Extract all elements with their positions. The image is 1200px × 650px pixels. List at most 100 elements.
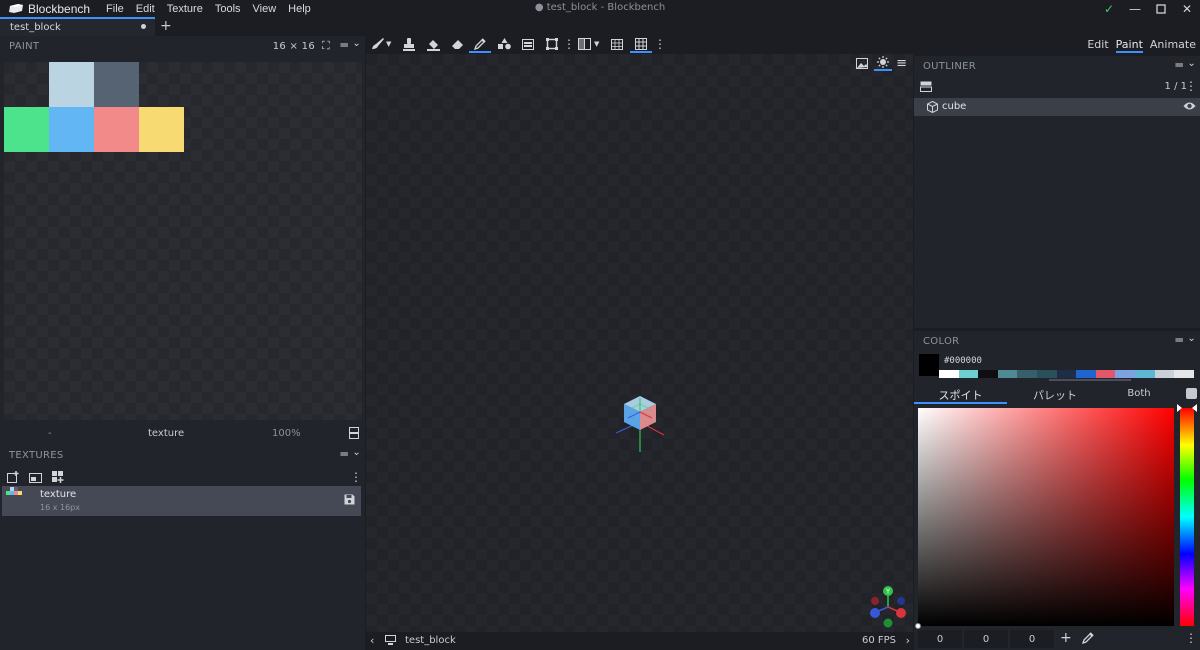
palette-swatch[interactable] bbox=[1135, 370, 1155, 378]
menu-icon[interactable]: ≡ bbox=[896, 56, 907, 71]
axis-gizmo[interactable]: Y bbox=[866, 585, 910, 629]
current-color-swatch[interactable] bbox=[919, 354, 939, 376]
mirror-icon[interactable] bbox=[578, 38, 591, 50]
palette-swatch[interactable] bbox=[1115, 370, 1136, 378]
blue-input[interactable] bbox=[1010, 630, 1054, 648]
more-options-icon[interactable]: ⋮ bbox=[563, 37, 575, 51]
add-texture-icon[interactable] bbox=[7, 471, 19, 483]
title-bar: Blockbench File Edit Texture Tools View … bbox=[0, 0, 1200, 17]
mode-paint[interactable]: Paint bbox=[1115, 38, 1143, 53]
brush-icon[interactable] bbox=[371, 38, 385, 50]
more-options-icon[interactable]: ⋮ bbox=[654, 37, 666, 51]
palette-swatch[interactable] bbox=[939, 370, 959, 378]
add-to-palette-icon[interactable]: + bbox=[1060, 630, 1072, 646]
maximize-button[interactable] bbox=[1148, 0, 1174, 17]
drag-handle-icon[interactable]: ═ bbox=[340, 447, 348, 461]
saturation-value-picker[interactable] bbox=[915, 408, 1174, 629]
texture-pixel[interactable] bbox=[94, 107, 139, 152]
create-texture-icon[interactable] bbox=[52, 471, 65, 483]
gradient-icon[interactable] bbox=[522, 39, 534, 50]
fill-bucket-icon[interactable] bbox=[427, 38, 440, 51]
drag-handle-icon[interactable]: ═ bbox=[1175, 58, 1183, 72]
menu-tools[interactable]: Tools bbox=[209, 3, 247, 15]
drag-handle-icon[interactable]: ═ bbox=[1175, 333, 1183, 347]
save-icon[interactable] bbox=[344, 494, 355, 505]
palette-swatch[interactable] bbox=[978, 370, 998, 378]
hue-slider[interactable] bbox=[1177, 404, 1197, 626]
palette-scrollbar[interactable] bbox=[1049, 379, 1131, 381]
chevron-down-icon[interactable]: ⌄ bbox=[352, 38, 361, 49]
color-picker-icon[interactable] bbox=[469, 37, 491, 53]
chevron-left-icon[interactable]: ‹ bbox=[370, 634, 374, 647]
color-title: COLOR bbox=[923, 335, 960, 347]
chevron-down-icon[interactable]: ⌄ bbox=[1187, 333, 1196, 344]
menu-help[interactable]: Help bbox=[282, 3, 317, 15]
texture-pixel[interactable] bbox=[139, 107, 184, 152]
menu-texture[interactable]: Texture bbox=[161, 3, 209, 15]
texture-pixel[interactable] bbox=[94, 62, 139, 107]
shapes-icon[interactable] bbox=[498, 38, 511, 50]
pixel-grid-icon[interactable] bbox=[611, 39, 623, 50]
chevron-right-icon[interactable]: › bbox=[906, 634, 910, 647]
more-options-icon[interactable]: ⋮ bbox=[350, 470, 362, 484]
3d-viewport[interactable]: ≡ Y bbox=[366, 54, 913, 632]
green-input[interactable] bbox=[964, 630, 1008, 648]
menu-view[interactable]: View bbox=[247, 3, 283, 15]
sv-picker-handle[interactable] bbox=[915, 623, 921, 629]
mode-selector-bar: Edit Paint Animate bbox=[913, 36, 1200, 54]
chevron-down-icon[interactable]: ⌄ bbox=[352, 447, 361, 458]
paint-canvas[interactable] bbox=[4, 62, 362, 420]
drag-handle-icon[interactable]: ═ bbox=[340, 38, 348, 52]
palette-swatch[interactable] bbox=[958, 370, 979, 378]
tab-test-block[interactable]: test_block bbox=[0, 17, 155, 36]
add-tab-button[interactable]: + bbox=[160, 18, 172, 34]
color-panel-toggle[interactable] bbox=[1186, 388, 1197, 399]
visibility-eye-icon[interactable] bbox=[1183, 101, 1196, 111]
lighting-icon[interactable] bbox=[874, 55, 892, 71]
more-options-icon[interactable]: ⋮ bbox=[1185, 631, 1197, 645]
red-input[interactable] bbox=[918, 630, 962, 648]
menu-edit[interactable]: Edit bbox=[130, 3, 161, 15]
palette-swatch[interactable] bbox=[1037, 370, 1057, 378]
import-texture-icon[interactable] bbox=[29, 472, 42, 483]
eraser-icon[interactable] bbox=[451, 39, 464, 50]
menu-file[interactable]: File bbox=[100, 3, 130, 15]
grid-toggle-icon[interactable] bbox=[630, 37, 652, 53]
mode-animate[interactable]: Animate bbox=[1150, 38, 1196, 53]
chevron-down-icon[interactable]: ⌄ bbox=[1187, 58, 1196, 69]
close-button[interactable]: ✕ bbox=[1174, 0, 1200, 17]
palette-swatch[interactable] bbox=[1174, 370, 1194, 378]
texture-pixel[interactable] bbox=[4, 107, 49, 152]
palette-swatch[interactable] bbox=[1017, 370, 1038, 378]
selection-icon[interactable] bbox=[546, 38, 558, 50]
palette-swatch[interactable] bbox=[997, 370, 1018, 378]
texture-pixel[interactable] bbox=[49, 62, 94, 107]
palette-swatch[interactable] bbox=[1076, 370, 1096, 378]
texture-size-label[interactable]: 16 × 16 bbox=[273, 41, 315, 52]
check-icon[interactable]: ✓ bbox=[1096, 0, 1122, 17]
stamp-icon[interactable] bbox=[403, 38, 415, 51]
tab-spoit[interactable]: スポイト bbox=[914, 385, 1007, 404]
tab-palette[interactable]: パレット bbox=[1010, 385, 1100, 404]
minimize-button[interactable]: — bbox=[1122, 0, 1148, 17]
palette-swatch[interactable] bbox=[1056, 370, 1077, 378]
mode-edit[interactable]: Edit bbox=[1087, 38, 1108, 53]
color-hex-value[interactable]: #000000 bbox=[944, 356, 982, 366]
eyedropper-icon[interactable] bbox=[1082, 632, 1094, 644]
split-view-icon[interactable] bbox=[349, 427, 359, 439]
outliner-item-cube[interactable]: cube bbox=[914, 98, 1200, 116]
image-icon[interactable] bbox=[856, 58, 868, 69]
texture-pixel[interactable] bbox=[49, 107, 94, 152]
more-options-icon[interactable]: ⋮ bbox=[1185, 79, 1197, 93]
palette-strip[interactable] bbox=[939, 370, 1194, 378]
mirror-dropdown-icon[interactable]: ▼ bbox=[594, 40, 599, 48]
tab-both[interactable]: Both bbox=[1104, 385, 1174, 404]
blockbench-app: Blockbench File Edit Texture Tools View … bbox=[0, 0, 1200, 650]
fullscreen-icon[interactable]: ⛶ bbox=[322, 39, 330, 53]
palette-swatch[interactable] bbox=[1095, 370, 1116, 378]
texture-list-item[interactable]: texture 16 x 16px bbox=[2, 486, 361, 516]
palette-swatch[interactable] bbox=[1154, 370, 1175, 378]
brush-dropdown-icon[interactable]: ▼ bbox=[386, 40, 391, 48]
add-group-icon[interactable] bbox=[920, 81, 932, 92]
cube-model[interactable] bbox=[612, 390, 668, 456]
